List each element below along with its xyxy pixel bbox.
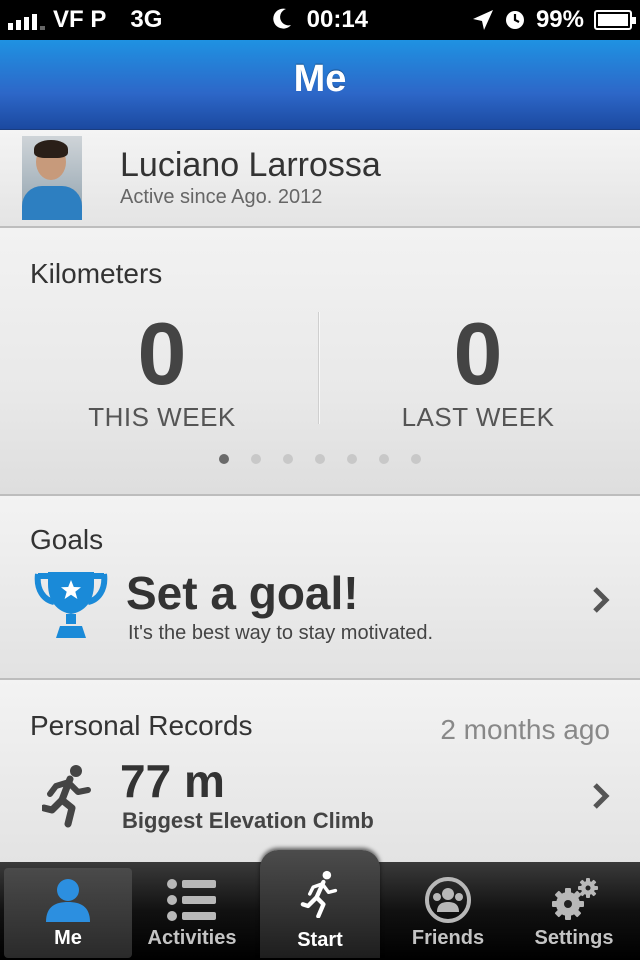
page-dot[interactable]	[379, 454, 389, 464]
tab-me[interactable]: Me	[4, 868, 132, 958]
chevron-right-icon	[593, 587, 610, 613]
gears-icon	[552, 878, 598, 920]
profile-header[interactable]: Luciano Larrossa Active since Ago. 2012	[0, 130, 640, 228]
chevron-right-icon	[593, 783, 610, 809]
records-title: Personal Records	[30, 710, 253, 741]
goals-description: It's the best way to stay motivated.	[128, 622, 434, 644]
trophy-icon	[34, 572, 108, 638]
list-icon	[167, 879, 216, 921]
avatar[interactable]	[22, 136, 82, 220]
goals-headline: Set a goal!	[126, 567, 359, 619]
tab-bar: Me Activities Start Friends Settings	[0, 850, 640, 960]
friends-icon	[425, 877, 471, 923]
tab-settings[interactable]: Settings	[510, 868, 638, 958]
personal-records-card[interactable]: Personal Records 2 months ago 77 m Bigge…	[0, 680, 640, 862]
page-dot[interactable]	[315, 454, 325, 464]
record-label: Biggest Elevation Climb	[122, 808, 374, 833]
battery-percent: 99%	[535, 6, 584, 33]
page-dot[interactable]	[251, 454, 261, 464]
clock: 00:14	[306, 6, 369, 33]
location-arrow-icon	[472, 10, 493, 30]
record-value: 77 m	[120, 755, 225, 807]
battery-icon	[594, 10, 636, 30]
tab-start[interactable]: Start	[260, 850, 380, 958]
runner-icon	[300, 870, 338, 918]
this-week-value: 0	[137, 304, 187, 403]
tab-label: Activities	[147, 927, 237, 949]
this-week-label: THIS WEEK	[88, 402, 236, 432]
moon-icon	[273, 8, 291, 29]
page-dot[interactable]	[411, 454, 421, 464]
status-bar: VF P 3G 00:14 99%	[0, 0, 640, 40]
page-dot[interactable]	[347, 454, 357, 464]
tab-label: Start	[297, 929, 343, 951]
alarm-clock-icon	[505, 11, 524, 29]
this-week-stat: 0 THIS WEEK	[2, 310, 322, 433]
records-time-ago: 2 months ago	[440, 714, 610, 745]
kilometers-title: Kilometers	[30, 258, 163, 289]
status-right: 99%	[472, 6, 636, 34]
page-dot[interactable]	[219, 454, 229, 464]
tab-label: Friends	[411, 927, 485, 949]
tab-friends[interactable]: Friends	[384, 868, 512, 958]
goals-title: Goals	[30, 524, 104, 555]
kilometers-card[interactable]: Kilometers 0 THIS WEEK 0 LAST WEEK	[0, 228, 640, 496]
tab-activities[interactable]: Activities	[128, 868, 256, 958]
last-week-value: 0	[453, 304, 503, 403]
page-dot[interactable]	[283, 454, 293, 464]
page-indicator[interactable]	[0, 454, 640, 464]
goals-card[interactable]: Goals Set a goal! It's the best way to s…	[0, 496, 640, 680]
last-week-stat: 0 LAST WEEK	[318, 310, 638, 433]
last-week-label: LAST WEEK	[401, 402, 555, 432]
tab-label: Settings	[534, 927, 614, 949]
person-icon	[46, 879, 90, 922]
profile-active-since: Active since Ago. 2012	[120, 186, 323, 208]
profile-name: Luciano Larrossa	[120, 146, 381, 184]
runner-icon	[42, 765, 91, 828]
page-title: Me	[293, 58, 347, 100]
navigation-bar: Me	[0, 40, 640, 130]
tab-label: Me	[54, 927, 82, 949]
